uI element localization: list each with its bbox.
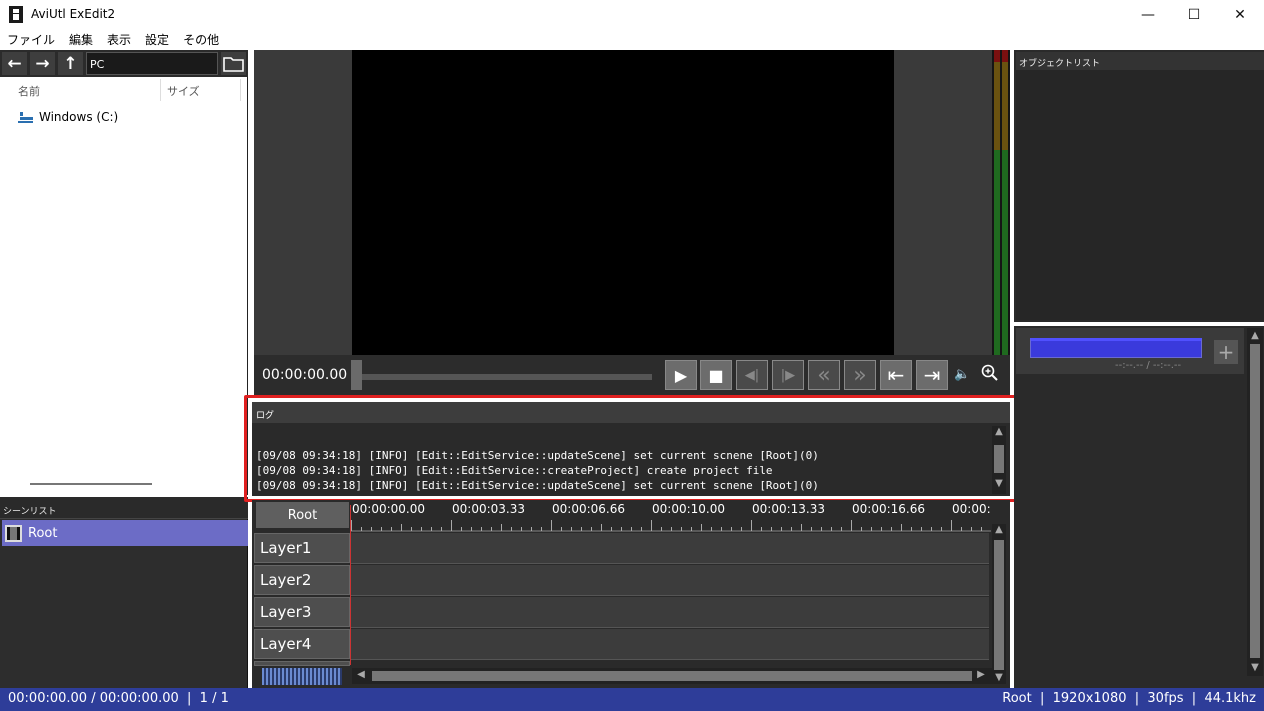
timeline-tick-label: 00:00:10.00: [652, 502, 725, 516]
playback-controls: 00:00:00.00 ▶ ■ ◀| |▶ « » ⇤ ⇥ 🔈: [254, 355, 1010, 395]
close-button[interactable]: ✕: [1217, 0, 1263, 30]
timeline-tick-label: 00:00:03.33: [452, 502, 525, 516]
column-divider: [160, 79, 161, 101]
property-strip: --:--.-- / --:--.-- +: [1016, 328, 1244, 374]
status-right-text: Root | 1920x1080 | 30fps | 44.1khz: [1002, 691, 1256, 706]
timeline-vertical-scrollbar[interactable]: ▲ ▼: [992, 524, 1006, 684]
scene-name: Root: [28, 525, 58, 541]
go-to-end-button[interactable]: ⇥: [916, 360, 948, 390]
prev-frame-button[interactable]: ◀|: [736, 360, 768, 390]
scroll-down-icon[interactable]: ▼: [992, 672, 1006, 683]
properties-scroll-thumb[interactable]: [1250, 344, 1260, 658]
zoom-icon[interactable]: [981, 364, 999, 386]
up-arrow-icon[interactable]: ↑: [58, 52, 83, 75]
scene-list-item[interactable]: Root: [2, 520, 248, 546]
film-icon: [5, 524, 22, 542]
object-properties-panel: --:--.-- / --:--.-- + ▲ ▼: [1014, 326, 1264, 688]
play-button[interactable]: ▶: [665, 360, 697, 390]
layer-header-partial: [254, 661, 350, 666]
audio-level-meter: [992, 50, 1010, 355]
drive-icon: [18, 111, 33, 123]
file-browser-panel: ← → ↑ PC 名前 サイズ Windows (C:): [0, 50, 248, 495]
scroll-up-icon[interactable]: ▲: [1248, 330, 1262, 341]
menu-edit[interactable]: 編集: [62, 30, 100, 50]
title-bar: AviUtl ExEdit2 — ☐ ✕: [0, 0, 1264, 30]
status-left-text: 00:00:00.00 / 00:00:00.00 | 1 / 1: [8, 691, 229, 706]
menu-file[interactable]: ファイル: [0, 30, 62, 50]
property-range-bar[interactable]: [1030, 338, 1202, 358]
path-input[interactable]: PC: [86, 52, 218, 75]
timeline-hscroll-thumb[interactable]: [372, 671, 972, 681]
scene-list-header: シーンリスト: [0, 497, 248, 519]
rewind-button[interactable]: «: [808, 360, 840, 390]
film-app-icon: [9, 6, 23, 23]
file-list-item[interactable]: Windows (C:): [18, 110, 118, 124]
object-list-panel: オブジェクトリスト: [1014, 50, 1264, 322]
layer-track[interactable]: [351, 629, 989, 660]
back-arrow-icon[interactable]: ←: [2, 52, 27, 75]
preview-panel: 00:00:00.00 ▶ ■ ◀| |▶ « » ⇤ ⇥ 🔈: [254, 50, 1010, 395]
status-bar: 00:00:00.00 / 00:00:00.00 | 1 / 1 Root |…: [0, 688, 1264, 711]
object-list-body[interactable]: [1016, 70, 1264, 320]
timeline-tick-label: 00:00:06.66: [552, 502, 625, 516]
timeline-panel: Root 00:00:00.00 00:00:03.33 00:00:06.66…: [252, 500, 1010, 688]
timeline-tick-label: 00:00:00.00: [352, 502, 425, 516]
timeline-scene-button[interactable]: Root: [256, 502, 349, 528]
scroll-down-icon[interactable]: ▼: [1248, 662, 1262, 673]
column-header-size[interactable]: サイズ: [167, 83, 200, 99]
current-timecode: 00:00:00.00: [262, 367, 348, 383]
volume-icon[interactable]: 🔈: [954, 367, 970, 382]
timeline-tick-label: 00:00:16.66: [852, 502, 925, 516]
stop-button[interactable]: ■: [700, 360, 732, 390]
property-time-readout: --:--.-- / --:--.--: [1115, 360, 1182, 371]
timeline-tick-label: 00:00:13.33: [752, 502, 825, 516]
next-frame-button[interactable]: |▶: [772, 360, 804, 390]
video-preview[interactable]: [352, 50, 894, 355]
fast-forward-button[interactable]: »: [844, 360, 876, 390]
layer-header[interactable]: Layer3: [254, 597, 350, 627]
playhead[interactable]: [350, 505, 351, 665]
go-to-start-button[interactable]: ⇤: [880, 360, 912, 390]
timeline-tick-label: 00:00:2: [952, 502, 990, 516]
timeline-zoom-slider[interactable]: [262, 668, 342, 685]
scroll-up-icon[interactable]: ▲: [992, 524, 1006, 535]
add-plus-icon[interactable]: +: [1214, 340, 1238, 364]
forward-arrow-icon[interactable]: →: [30, 52, 55, 75]
folder-icon[interactable]: [221, 52, 246, 75]
menu-other[interactable]: その他: [176, 30, 226, 50]
menu-view[interactable]: 表示: [100, 30, 138, 50]
scene-list-panel: シーンリスト Root: [0, 497, 248, 688]
timeline-ruler[interactable]: [351, 518, 991, 532]
seek-handle[interactable]: [351, 360, 362, 390]
highlight-box: [244, 395, 1020, 502]
layer-track[interactable]: [351, 533, 989, 564]
minimize-button[interactable]: —: [1125, 0, 1171, 30]
timeline-vscroll-thumb[interactable]: [994, 540, 1004, 670]
seek-track[interactable]: [354, 374, 652, 380]
scroll-left-icon[interactable]: ◀: [354, 669, 368, 680]
layer-header[interactable]: Layer2: [254, 565, 350, 595]
menu-bar: ファイル 編集 表示 設定 その他: [0, 30, 1264, 50]
layer-track[interactable]: [351, 597, 989, 628]
window-title: AviUtl ExEdit2: [31, 7, 116, 21]
menu-settings[interactable]: 設定: [138, 30, 176, 50]
file-item-name: Windows (C:): [39, 110, 119, 124]
layer-header[interactable]: Layer1: [254, 533, 350, 563]
layer-header[interactable]: Layer4: [254, 629, 350, 659]
file-nav-bar: ← → ↑ PC: [0, 50, 248, 77]
column-header-name[interactable]: 名前: [18, 83, 40, 99]
app-window: AviUtl ExEdit2 — ☐ ✕ ファイル 編集 表示 設定 その他 ←…: [0, 0, 1264, 711]
object-list-header: オブジェクトリスト: [1016, 52, 1264, 70]
column-divider: [240, 79, 241, 101]
layer-track[interactable]: [351, 565, 989, 596]
file-list-scrollbar[interactable]: [30, 483, 152, 485]
scroll-right-icon[interactable]: ▶: [974, 669, 988, 680]
timeline-horizontal-scrollbar[interactable]: ◀ ▶: [352, 668, 992, 684]
properties-scrollbar[interactable]: ▲ ▼: [1247, 328, 1263, 676]
maximize-button[interactable]: ☐: [1171, 0, 1217, 30]
